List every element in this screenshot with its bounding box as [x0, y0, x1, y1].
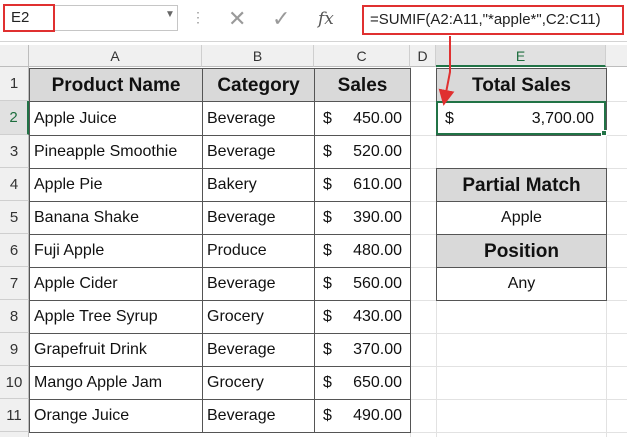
sales-amount: 390.00 — [353, 209, 402, 226]
row-header-5[interactable]: 5 — [0, 201, 29, 234]
column-header-d[interactable]: D — [410, 45, 436, 67]
currency-symbol: $ — [323, 209, 332, 226]
product-name-cell[interactable]: Banana Shake — [29, 201, 203, 235]
sales-amount: 560.00 — [353, 275, 402, 292]
fill-handle[interactable] — [601, 130, 607, 136]
formula-input[interactable]: =SUMIF(A2:A11,"*apple*",C2:C11) — [362, 5, 624, 35]
column-header-f[interactable] — [606, 45, 627, 67]
active-cell-selection — [436, 101, 606, 135]
partial-match-value[interactable]: Apple — [436, 201, 607, 235]
sales-cell[interactable]: $650.00 — [314, 366, 411, 400]
currency-symbol: $ — [323, 176, 332, 193]
select-all-corner[interactable] — [0, 45, 29, 67]
position-value[interactable]: Any — [436, 267, 607, 301]
row-header-3[interactable]: 3 — [0, 135, 29, 168]
sales-cell[interactable]: $490.00 — [314, 399, 411, 433]
sales-amount: 610.00 — [353, 176, 402, 193]
category-cell[interactable]: Beverage — [202, 399, 315, 433]
partial-match-header[interactable]: Partial Match — [436, 168, 607, 202]
row-header-2[interactable]: 2 — [0, 101, 29, 135]
header-product-name[interactable]: Product Name — [29, 68, 203, 102]
sales-amount: 480.00 — [353, 242, 402, 259]
product-name-cell[interactable]: Grapefruit Drink — [29, 333, 203, 367]
currency-symbol: $ — [323, 341, 332, 358]
sales-cell[interactable]: $450.00 — [314, 101, 411, 136]
column-header-b[interactable]: B — [202, 45, 314, 67]
category-cell[interactable]: Bakery — [202, 168, 315, 202]
sales-amount: 430.00 — [353, 308, 402, 325]
currency-symbol: $ — [323, 407, 332, 424]
category-cell[interactable]: Beverage — [202, 333, 315, 367]
product-name-cell[interactable]: Apple Cider — [29, 267, 203, 301]
sales-amount: 370.00 — [353, 341, 402, 358]
row-header-8[interactable]: 8 — [0, 300, 29, 333]
name-box-chevron-down-icon[interactable]: ▼ — [165, 9, 175, 20]
sales-cell[interactable]: $610.00 — [314, 168, 411, 202]
column-header-a[interactable]: A — [29, 45, 202, 67]
header-sales[interactable]: Sales — [314, 68, 411, 102]
name-box-dropdown-area[interactable] — [55, 5, 178, 31]
category-cell[interactable]: Beverage — [202, 101, 315, 136]
sales-cell[interactable]: $480.00 — [314, 234, 411, 268]
category-cell[interactable]: Produce — [202, 234, 315, 268]
row-header-1[interactable]: 1 — [0, 67, 29, 101]
name-box[interactable]: E2 — [3, 4, 55, 32]
currency-symbol: $ — [323, 374, 332, 391]
sales-amount: 490.00 — [353, 407, 402, 424]
row-header-7[interactable]: 7 — [0, 267, 29, 300]
product-name-cell[interactable]: Pineapple Smoothie — [29, 135, 203, 169]
sales-cell[interactable]: $390.00 — [314, 201, 411, 235]
insert-function-icon[interactable]: fx — [318, 6, 334, 32]
product-name-cell[interactable]: Apple Juice — [29, 101, 203, 136]
category-cell[interactable]: Beverage — [202, 135, 315, 169]
currency-symbol: $ — [323, 275, 332, 292]
column-header-c[interactable]: C — [314, 45, 410, 67]
product-name-cell[interactable]: Fuji Apple — [29, 234, 203, 268]
currency-symbol: $ — [323, 242, 332, 259]
category-cell[interactable]: Beverage — [202, 267, 315, 301]
currency-symbol: $ — [323, 308, 332, 325]
category-cell[interactable]: Grocery — [202, 366, 315, 400]
header-category[interactable]: Category — [202, 68, 315, 102]
sales-amount: 450.00 — [353, 110, 402, 127]
column-header-e[interactable]: E — [436, 45, 606, 67]
row-header-11[interactable]: 11 — [0, 399, 29, 432]
row-header-12[interactable] — [0, 432, 29, 437]
vertical-dots-icon: ⋮ — [191, 9, 205, 25]
product-name-cell[interactable]: Orange Juice — [29, 399, 203, 433]
row-header-6[interactable]: 6 — [0, 234, 29, 267]
product-name-cell[interactable]: Mango Apple Jam — [29, 366, 203, 400]
sales-cell[interactable]: $370.00 — [314, 333, 411, 367]
checkmark-icon[interactable]: ✓ — [272, 6, 290, 32]
sales-amount: 650.00 — [353, 374, 402, 391]
sales-cell[interactable]: $560.00 — [314, 267, 411, 301]
product-name-cell[interactable]: Apple Tree Syrup — [29, 300, 203, 334]
category-cell[interactable]: Beverage — [202, 201, 315, 235]
currency-symbol: $ — [323, 110, 332, 127]
row-header-9[interactable]: 9 — [0, 333, 29, 366]
position-header[interactable]: Position — [436, 234, 607, 268]
row-header-10[interactable]: 10 — [0, 366, 29, 399]
sales-amount: 520.00 — [353, 143, 402, 160]
cancel-x-icon[interactable]: ✕ — [228, 6, 246, 32]
sales-cell[interactable]: $430.00 — [314, 300, 411, 334]
category-cell[interactable]: Grocery — [202, 300, 315, 334]
total-sales-header[interactable]: Total Sales — [436, 68, 607, 102]
product-name-cell[interactable]: Apple Pie — [29, 168, 203, 202]
row-header-4[interactable]: 4 — [0, 168, 29, 201]
sales-cell[interactable]: $520.00 — [314, 135, 411, 169]
currency-symbol: $ — [323, 143, 332, 160]
